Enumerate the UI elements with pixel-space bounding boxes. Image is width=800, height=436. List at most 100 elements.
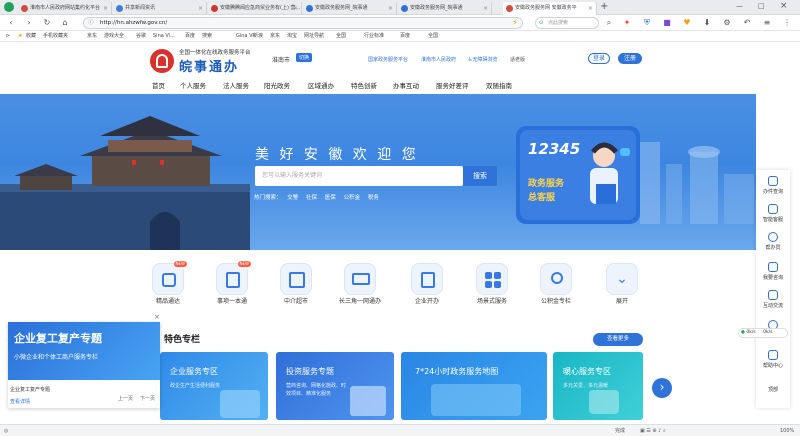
sidebar-item-consult[interactable]: 我要咨询 — [756, 262, 790, 281]
sidebar-item-ai-service[interactable]: 智能客服 — [756, 204, 790, 223]
bookmark-item[interactable]: 全国 — [428, 31, 438, 42]
service-search-input[interactable]: 您可以输入服务关键词 — [255, 166, 463, 186]
browser-logo-icon[interactable] — [4, 2, 14, 12]
search-input[interactable]: ⊙ 点此搜索 — [535, 17, 599, 29]
bookmark-item[interactable]: Sina Vi... — [153, 31, 175, 42]
register-button[interactable]: 注册 — [618, 53, 642, 64]
link-city-government[interactable]: 淮南市人民政府 — [421, 56, 456, 63]
bookmark-item[interactable]: 全国 — [336, 31, 346, 42]
service-item[interactable]: 长三角一网通办 — [330, 263, 390, 306]
sidebar-item-helper[interactable]: 帮办员 — [756, 232, 790, 251]
browser-tab[interactable]: 淮南市人民政府网站集约化平台 × — [18, 2, 112, 15]
elder-mode-link[interactable]: 适老版 — [510, 56, 525, 63]
next-arrow-icon[interactable]: › — [652, 378, 672, 398]
sidebar-item-help[interactable]: 帮助中心 — [756, 350, 790, 369]
feature-card-investment[interactable]: 投资服务专题 营商咨询、网格化施政、时效项目、精准化服务 — [276, 352, 394, 420]
nav-item-home[interactable]: 首页 — [152, 80, 165, 90]
refresh-icon[interactable]: ↻ — [42, 18, 52, 28]
bookmark-item[interactable]: 手机收藏夹 — [43, 31, 68, 42]
menu-icon[interactable]: ≡ — [762, 18, 772, 28]
bookmark-item[interactable]: 京东 — [270, 31, 280, 42]
promo-banner[interactable]: 企业复工复产专题 小微企业和个体工商户服务专栏 — [8, 322, 160, 380]
city-switch-button[interactable]: 切换 — [296, 53, 313, 62]
sidebar-item-interact[interactable]: 互动交流 — [756, 290, 790, 309]
bookmark-item[interactable]: 收藏 — [26, 31, 36, 42]
browser-tab[interactable]: 共享新闻资讯 × — [113, 2, 207, 15]
bookmark-item[interactable]: 游戏大全 — [104, 31, 124, 42]
home-icon[interactable]: ⌂ — [60, 18, 70, 28]
promo-detail-link[interactable]: 查看详情 — [10, 398, 30, 405]
bookmark-item[interactable]: 网址导航 — [304, 31, 324, 42]
minimize-icon[interactable]: — — [736, 2, 743, 10]
address-bar[interactable]: ⓘ http://hn.ahzwfw.gov.cn/ — [83, 17, 523, 29]
logo-title[interactable]: 皖事通办 — [179, 56, 239, 75]
hot-term[interactable]: 交警 — [287, 195, 298, 201]
zoom-level[interactable]: 100% — [780, 425, 794, 436]
network-speed-widget[interactable]: ● 0k/s 0k/s — [738, 328, 788, 338]
tab-close-icon[interactable]: × — [483, 2, 488, 15]
feature-card-care[interactable]: 暖心服务专区 多元关爱、多元温暖 — [553, 352, 643, 420]
tab-close-icon[interactable]: × — [293, 2, 298, 15]
bookmark-item[interactable]: 百度 — [400, 31, 410, 42]
reward-icon[interactable]: ♥ — [682, 18, 692, 28]
bookmark-item[interactable]: Gina Vi — [236, 31, 254, 42]
service-item[interactable]: NEW 精品通达 — [138, 261, 198, 306]
promo-prev-button[interactable]: 上一页 — [118, 395, 133, 402]
search-submit-icon[interactable]: ⌕ — [604, 18, 614, 28]
browser-tab[interactable]: 安徽政务服务网_皖事通 × — [303, 2, 397, 15]
bookmark-item[interactable]: 新浪 — [253, 31, 263, 42]
service-item[interactable]: 场景式服务 — [462, 263, 522, 306]
browser-tab-active[interactable]: 安徽政务服务网 安徽政务平 × — [503, 2, 597, 15]
promo-next-button[interactable]: 下一页 — [140, 395, 155, 402]
nav-item-evaluation[interactable]: 服务好差评 — [436, 80, 469, 90]
expand-button[interactable]: ⌄ 展开 — [592, 263, 652, 306]
close-popup-icon[interactable]: × — [154, 313, 160, 321]
browser-tab[interactable]: 安徽腾腾阀应急商贸业务有(上) 营... × — [208, 2, 302, 15]
service-search-button[interactable]: 搜索 — [463, 166, 497, 186]
site-logo-icon[interactable] — [150, 49, 174, 73]
hot-term[interactable]: 公积金 — [344, 195, 361, 201]
tab-close-icon[interactable]: × — [103, 2, 108, 15]
accessibility-link[interactable]: ♿无障碍浏览 — [468, 56, 498, 63]
bookmark-item[interactable]: 行业标准 — [364, 31, 384, 42]
nav-item-guide[interactable]: 双随指南 — [486, 80, 512, 90]
nav-item-corporate[interactable]: 法人服务 — [223, 80, 249, 90]
settings-icon[interactable]: ⚙ — [722, 18, 732, 28]
bookmark-item[interactable]: 百度 — [185, 31, 195, 42]
service-item[interactable]: 公积金专栏 — [526, 263, 586, 306]
sidebar-item-query[interactable]: 办件查询 — [756, 176, 790, 195]
tab-close-icon[interactable]: × — [388, 2, 393, 15]
nav-item-sunshine[interactable]: 阳光政务 — [264, 80, 290, 90]
more-icon[interactable]: ⋮ — [782, 18, 792, 28]
tab-close-icon[interactable]: × — [588, 2, 593, 15]
tab-close-icon[interactable]: × — [198, 2, 203, 15]
download-icon[interactable]: ⬇ — [702, 18, 712, 28]
feature-card-enterprise[interactable]: 企业服务专区 政企生产生活便利服务 — [160, 352, 268, 420]
extension-icon[interactable]: ✦ — [622, 18, 632, 28]
bookmark-toggle-icon[interactable]: ⊳ — [6, 31, 10, 42]
nav-item-innovation[interactable]: 特色创新 — [351, 80, 377, 90]
service-item[interactable]: 中介超市 — [266, 263, 326, 306]
new-tab-icon[interactable]: + — [600, 1, 608, 12]
status-icons[interactable]: ▣ ☰ ⊕ ♪ ⌕ — [640, 425, 666, 436]
hot-term[interactable]: 税务 — [368, 195, 379, 201]
feature-card-map[interactable]: 7*24小时政务服务地图 — [401, 352, 547, 420]
service-item[interactable]: NEW 事项一本通 — [202, 261, 262, 306]
browser-tab[interactable]: 安徽政务服务网_皖事通 × — [398, 2, 492, 15]
window-close-icon[interactable]: × — [780, 1, 788, 11]
nav-item-regional[interactable]: 区域通办 — [308, 80, 334, 90]
nav-item-interaction[interactable]: 办事互动 — [393, 80, 419, 90]
hotline-number[interactable]: 12345 — [528, 140, 580, 158]
view-more-button[interactable]: 查看更多 — [593, 333, 643, 346]
service-item[interactable]: 企业开办 — [397, 263, 457, 306]
bookmark-item[interactable]: 京东 — [87, 31, 97, 42]
back-to-top[interactable]: 顶部 — [756, 386, 790, 393]
back-icon[interactable]: ‹ — [6, 18, 16, 28]
link-national-platform[interactable]: 国家政务服务平台 — [368, 56, 408, 63]
lightning-icon[interactable]: ⚡ — [510, 18, 520, 28]
login-button[interactable]: 登录 — [588, 53, 610, 64]
shield-icon[interactable]: ⛨ — [642, 18, 652, 28]
maximize-icon[interactable]: □ — [758, 2, 765, 10]
hot-term[interactable]: 社保 — [306, 195, 317, 201]
undo-icon[interactable]: ↶ — [742, 18, 752, 28]
